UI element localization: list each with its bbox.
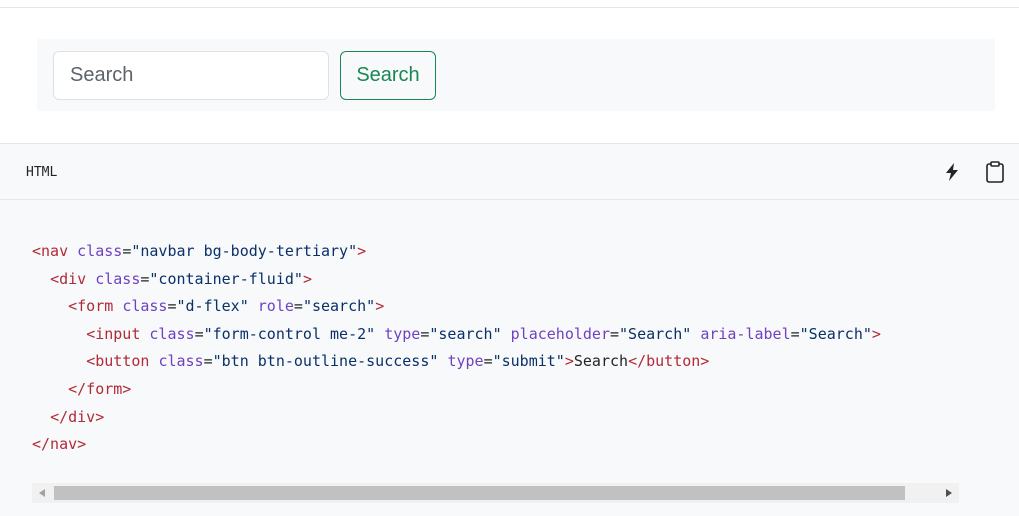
code-line: <form class="d-flex" role="search">: [32, 293, 976, 321]
code-token-tag: <input: [86, 324, 141, 343]
code-token-tag: >: [871, 324, 881, 343]
code-token-punct: [691, 325, 700, 343]
code-token-punct: [113, 297, 122, 315]
code-line: </div>: [32, 404, 976, 432]
code-line: </nav>: [32, 431, 976, 459]
code-line: <input class="form-control me-2" type="s…: [32, 321, 976, 349]
code-token-attr: class: [95, 269, 141, 288]
code-token-punct: [86, 270, 95, 288]
code-line: <button class="btn btn-outline-success" …: [32, 348, 976, 376]
clipboard-icon: [986, 161, 1004, 183]
code-token-tag: <nav: [32, 242, 69, 260]
code-token-punct: =: [122, 242, 132, 260]
code-token-str: "d-flex": [176, 297, 249, 316]
code-token-attr: class: [149, 324, 195, 343]
code-token-punct: =: [610, 324, 620, 343]
code-header: HTML: [0, 144, 1019, 200]
code-token-punct: [249, 297, 258, 315]
code-token-attr: placeholder: [510, 324, 610, 343]
code-token-punct: =: [483, 352, 493, 371]
copy-code-button[interactable]: [983, 159, 1007, 185]
code-line: <div class="container-fluid">: [32, 266, 976, 294]
code-token-str: "navbar bg-body-tertiary": [131, 242, 358, 260]
top-divider: [0, 7, 1019, 8]
code-token-attr: aria-label: [700, 324, 791, 343]
code-token-str: "search": [302, 297, 376, 316]
code-token-tag: >: [357, 242, 367, 260]
code-token-punct: =: [167, 297, 177, 316]
code-token-punct: =: [194, 324, 204, 343]
code-token-str: "search": [429, 324, 502, 343]
code-token-str: "form-control me-2": [203, 324, 376, 343]
code-token-tag: >: [375, 297, 385, 316]
lightning-bolt-icon: [946, 163, 958, 181]
triangle-right-icon: [946, 489, 952, 497]
code-block: <nav class="navbar bg-body-tertiary"> <d…: [32, 238, 976, 470]
code-token-punct: =: [790, 324, 800, 343]
code-line: <nav class="navbar bg-body-tertiary">: [32, 238, 976, 266]
code-token-punct: [502, 325, 511, 343]
scroll-left-button[interactable]: [32, 483, 52, 503]
code-token-attr: class: [122, 297, 168, 316]
triangle-left-icon: [39, 489, 45, 497]
code-token-tag: </form>: [68, 379, 132, 398]
search-button[interactable]: Search: [340, 51, 436, 100]
code-token-tag: </div>: [50, 407, 105, 426]
navbar-example: Search: [37, 39, 995, 111]
code-token-str: "Search": [619, 324, 692, 343]
code-token-attr: role: [257, 297, 294, 316]
code-token-attr: class: [77, 242, 123, 260]
code-token-punct: [375, 325, 384, 343]
code-token-str: "container-fluid": [149, 269, 303, 288]
code-token-attr: type: [384, 324, 421, 343]
code-token-tag: <div: [50, 269, 87, 288]
code-token-punct: =: [203, 352, 213, 371]
code-token-punct: =: [293, 297, 303, 316]
scroll-thumb[interactable]: [54, 486, 905, 500]
code-token-tag: </nav>: [32, 435, 87, 454]
code-line: </form>: [32, 376, 976, 404]
search-input[interactable]: [53, 51, 329, 100]
code-token-str: "Search": [799, 324, 872, 343]
code-token-tag: <button: [86, 352, 150, 371]
code-token-attr: class: [158, 352, 204, 371]
code-token-punct: [68, 242, 77, 260]
code-token-punct: Search: [573, 352, 629, 371]
run-code-button[interactable]: [940, 160, 964, 184]
code-token-tag: >: [564, 352, 574, 371]
code-panel: HTML <nav class="navbar bg-body-tertiary…: [0, 143, 1019, 516]
code-language-label: HTML: [26, 165, 58, 180]
code-token-tag: >: [302, 269, 312, 288]
scroll-right-button[interactable]: [939, 483, 959, 503]
code-token-tag: <form: [68, 297, 114, 316]
code-token-str: "submit": [492, 352, 565, 371]
code-token-str: "btn btn-outline-success": [212, 352, 439, 371]
code-token-tag: </button>: [628, 352, 710, 371]
horizontal-scrollbar[interactable]: [32, 483, 959, 503]
code-token-attr: type: [447, 352, 484, 371]
